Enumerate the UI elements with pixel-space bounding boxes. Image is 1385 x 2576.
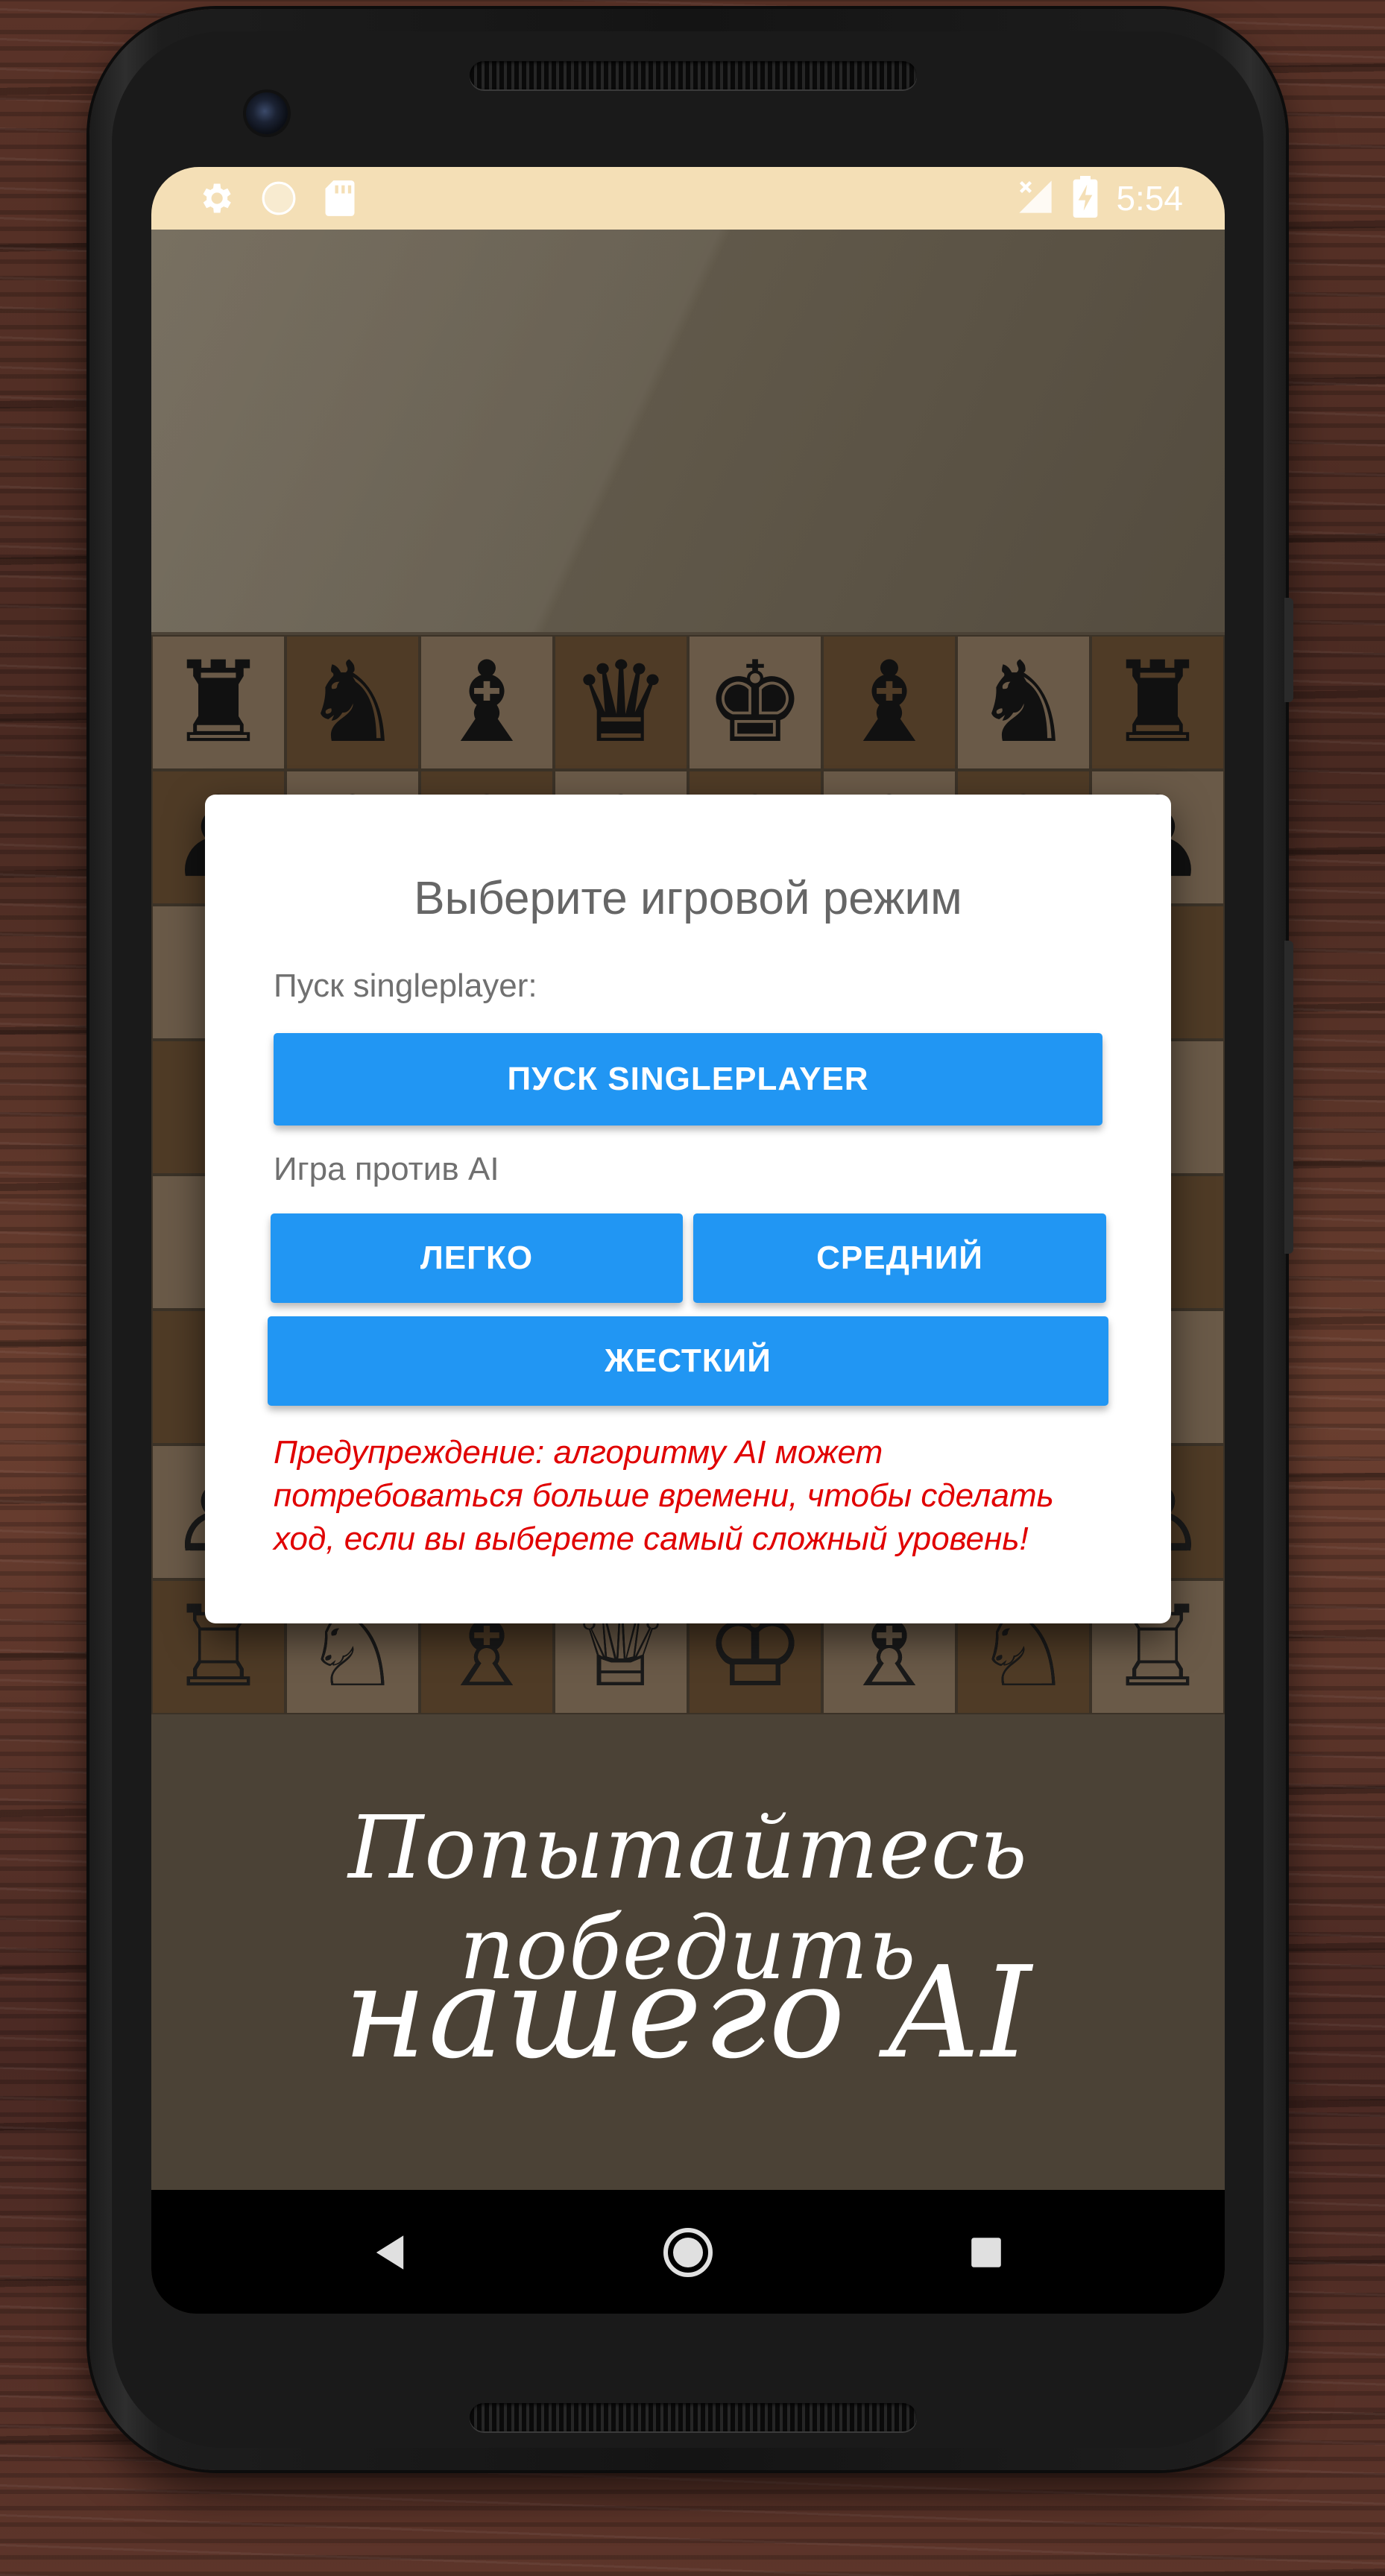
promo-line-2: нашего AI — [343, 1939, 1033, 2087]
circle-icon — [260, 180, 297, 220]
recents-square-icon[interactable] — [956, 2223, 1016, 2282]
square-d8[interactable]: ♛ — [554, 635, 688, 770]
square-h8[interactable]: ♜ — [1091, 635, 1225, 770]
top-speaker-grille — [470, 61, 917, 89]
square-f8[interactable]: ♝ — [822, 635, 956, 770]
sd-card-icon — [323, 179, 357, 221]
battery-charging-icon — [1073, 176, 1098, 221]
volume-button — [1284, 598, 1293, 702]
medium-button[interactable]: СРЕДНИЙ — [693, 1213, 1106, 1303]
square-e8[interactable]: ♚ — [688, 635, 822, 770]
status-left-icons — [196, 179, 357, 221]
warning-text: Предупреждение: алгоритму AI может потре… — [274, 1434, 1054, 1557]
square-a8[interactable]: ♜ — [151, 635, 285, 770]
no-signal-icon — [1016, 177, 1055, 219]
square-c8[interactable]: ♝ — [420, 635, 554, 770]
start-singleplayer-button[interactable]: ПУСК SINGLEPLAYER — [274, 1033, 1102, 1126]
ai-label: Игра против AI — [274, 1151, 499, 1187]
navigation-bar — [151, 2190, 1225, 2314]
game-mode-dialog: Выберите игровой режим Пуск singleplayer… — [205, 795, 1171, 1623]
back-triangle-icon[interactable] — [360, 2223, 420, 2282]
power-button — [1284, 941, 1293, 1254]
singleplayer-label: Пуск singleplayer: — [274, 967, 537, 1004]
easy-button[interactable]: ЛЕГКО — [271, 1213, 683, 1303]
top-panel — [151, 230, 1225, 632]
dialog-title: Выберите игровой режим — [414, 873, 962, 924]
promo-banner: Попытайтесь победить нашего AI — [151, 1716, 1225, 2190]
gear-icon — [196, 179, 235, 221]
status-bar: 5:54 — [151, 167, 1225, 230]
front-camera — [246, 92, 288, 134]
square-g8[interactable]: ♞ — [956, 635, 1091, 770]
square-b8[interactable]: ♞ — [285, 635, 420, 770]
bottom-speaker-grille — [470, 2403, 917, 2431]
home-circle-icon[interactable] — [658, 2223, 718, 2282]
status-time: 5:54 — [1116, 179, 1183, 218]
hard-button[interactable]: ЖЕСТКИЙ — [268, 1316, 1108, 1406]
status-right-icons: 5:54 — [1016, 176, 1183, 221]
